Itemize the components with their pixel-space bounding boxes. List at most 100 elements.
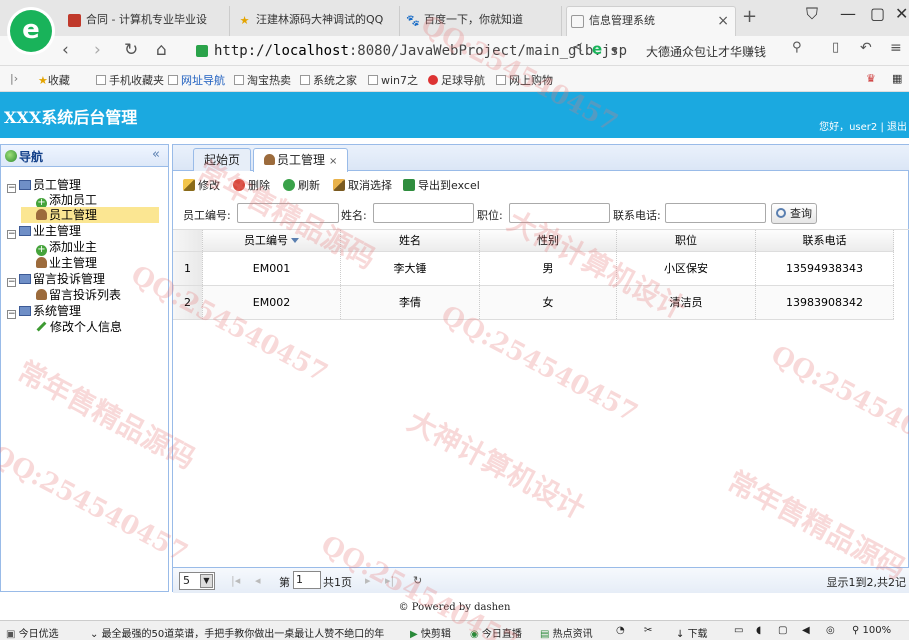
window-icon[interactable]: ▭ xyxy=(734,625,743,636)
refresh-button[interactable]: 刷新 xyxy=(283,177,320,193)
url-input[interactable]: http://localhost:8080/JavaWebProject/mai… xyxy=(192,39,627,63)
favorites-item[interactable]: 足球导航 xyxy=(428,72,485,88)
sidebar-toggle-icon[interactable]: |› xyxy=(10,72,18,85)
minimize-icon[interactable]: — xyxy=(840,4,856,23)
minus-icon[interactable]: − xyxy=(7,184,16,193)
notice-icon[interactable]: ◎ xyxy=(826,625,835,636)
zoom-level[interactable]: ⚲ 100% xyxy=(852,625,891,636)
pager-info: 显示1到2,共2记 xyxy=(826,576,907,589)
edit-button[interactable]: 修改 xyxy=(183,177,220,193)
browser-tab[interactable]: 🐾 百度一下，你就知道 xyxy=(402,6,562,36)
name-input[interactable] xyxy=(373,203,474,223)
first-page-icon[interactable]: |◂ xyxy=(231,574,240,587)
shirt-icon[interactable]: ⛉ xyxy=(806,4,818,24)
minus-icon[interactable]: − xyxy=(7,278,16,287)
status-item[interactable]: ◉ 今日直播 xyxy=(470,625,522,640)
user-info[interactable]: 您好，user2 | 退出 xyxy=(819,118,907,133)
menu-icon[interactable]: ≡ xyxy=(890,40,902,56)
tree-node-owner-mgmt[interactable]: − 业主管理 xyxy=(7,223,81,239)
favorites-item[interactable]: win7之 xyxy=(368,72,418,88)
col-header-label: 性别 xyxy=(537,234,559,247)
grid-icon[interactable]: ▦ xyxy=(892,72,902,85)
undo-icon[interactable]: ↶ xyxy=(860,40,872,56)
phone-input[interactable] xyxy=(665,203,766,223)
table-row[interactable]: 2 EM002 李倩 女 清洁员 13983908342 xyxy=(173,286,894,320)
reload-icon[interactable]: ↻ xyxy=(413,574,422,587)
search-icon xyxy=(776,208,786,218)
tree-node-emp-list[interactable]: 员工管理 xyxy=(21,207,159,223)
tree-node-add-owner[interactable]: + 添加业主 xyxy=(36,239,97,256)
status-item[interactable]: ▶ 快剪辑 xyxy=(410,625,451,640)
speed-icon[interactable]: ◔ xyxy=(616,625,625,636)
last-page-icon[interactable]: ▸| xyxy=(385,574,394,587)
favorites-item[interactable]: 网址导航 xyxy=(168,72,225,88)
delete-button[interactable]: 删除 xyxy=(233,177,270,193)
position-input[interactable] xyxy=(509,203,610,223)
col-header-name[interactable]: 姓名 xyxy=(341,230,480,251)
app-title: XXX系统后台管理 xyxy=(4,108,138,127)
tree-node-complaint-list[interactable]: 留言投诉列表 xyxy=(36,287,121,303)
collapse-icon[interactable]: « xyxy=(152,147,160,162)
engine-icon[interactable]: e xyxy=(592,40,602,58)
new-tab-icon[interactable]: + xyxy=(742,6,757,27)
chevron-down-icon[interactable]: ▾ xyxy=(612,44,618,57)
export-button[interactable]: 导出到excel xyxy=(403,177,480,193)
search-suggestion[interactable]: 大德通众包让才华赚钱 xyxy=(646,43,766,60)
query-button[interactable]: 查询 xyxy=(771,203,817,224)
status-item[interactable]: ▤ 热点资讯 xyxy=(540,625,593,640)
name-label: 姓名: xyxy=(341,209,367,222)
table-row[interactable]: 1 EM001 李大锤 男 小区保安 13594938343 xyxy=(173,252,894,286)
col-header-gender[interactable]: 性别 xyxy=(480,230,617,251)
status-item[interactable]: ↓ 下载 xyxy=(676,625,708,640)
row-number: 2 xyxy=(173,286,203,319)
browser-logo-icon: e xyxy=(10,10,52,52)
mute-icon[interactable]: ◀ xyxy=(802,625,810,636)
home-icon[interactable]: ⌂ xyxy=(156,40,167,60)
minus-icon[interactable]: − xyxy=(7,310,16,319)
browser-tab-bar: 合同 - 计算机专业毕业设 ★ 汪建林源码大神调试的QQ 🐾 百度一下，你就知道 信… xyxy=(0,0,909,36)
tree-node-add-emp[interactable]: + 添加员工 xyxy=(36,192,97,209)
cut-icon[interactable]: ✂ xyxy=(644,625,652,636)
search-icon[interactable]: ⚲ xyxy=(792,40,802,55)
phone-icon[interactable]: ▯ xyxy=(832,40,839,55)
cell-position: 小区保安 xyxy=(617,252,756,285)
tree-node-emp-mgmt[interactable]: − 员工管理 xyxy=(7,177,81,193)
forward-icon[interactable]: › xyxy=(94,40,101,60)
close-window-icon[interactable]: ✕ xyxy=(895,4,908,23)
close-tab-icon[interactable]: × xyxy=(329,156,337,167)
tree-node-sys-mgmt[interactable]: − 系统管理 xyxy=(7,303,81,319)
col-header-position[interactable]: 职位 xyxy=(617,230,756,251)
emp-no-input[interactable] xyxy=(237,203,339,223)
favorites-item[interactable]: 淘宝热卖 xyxy=(234,72,291,88)
prev-page-icon[interactable]: ◂ xyxy=(255,574,261,587)
share-icon[interactable]: ≺ xyxy=(572,40,583,55)
col-header-phone[interactable]: 联系电话 xyxy=(756,230,894,251)
maximize-icon[interactable]: ▢ xyxy=(870,4,885,23)
back-icon[interactable]: ‹ xyxy=(62,40,69,60)
close-tab-icon[interactable]: × xyxy=(717,7,729,35)
tab-home[interactable]: 起始页 xyxy=(193,148,252,171)
tree-node-edit-profile[interactable]: 修改个人信息 xyxy=(36,319,122,335)
reload-icon[interactable]: ↻ xyxy=(124,40,138,60)
today-pick[interactable]: ▣ 今日优选 xyxy=(6,625,59,640)
favorites-item[interactable]: 系统之家 xyxy=(300,72,357,88)
browser-tab[interactable]: ★ 汪建林源码大神调试的QQ xyxy=(234,6,400,36)
browser-tab-active[interactable]: 信息管理系统 × xyxy=(566,6,736,36)
favorites-item[interactable]: 网上购物 xyxy=(496,72,553,88)
col-header-emp-no[interactable]: 员工编号 xyxy=(203,230,341,251)
sound-icon[interactable]: ◖ xyxy=(756,625,761,636)
screen-icon[interactable]: ▢ xyxy=(778,625,787,636)
news-ticker[interactable]: ⌄ 最全最强的50道菜谱，手把手教你做出一桌最让人赞不绝口的年 xyxy=(90,625,405,640)
medal-icon[interactable]: ♛ xyxy=(866,72,876,85)
favorites-item[interactable]: ★收藏 xyxy=(38,72,70,88)
tree-node-complaint-mgmt[interactable]: − 留言投诉管理 xyxy=(7,271,105,287)
page-size-select[interactable]: 5 ▼ xyxy=(179,572,215,590)
page-number-input[interactable]: 1 xyxy=(293,571,321,589)
next-page-icon[interactable]: ▸ xyxy=(365,574,371,587)
tab-emp-mgmt[interactable]: 员工管理 × xyxy=(253,148,349,172)
minus-icon[interactable]: − xyxy=(7,230,16,239)
browser-tab[interactable]: 合同 - 计算机专业毕业设 xyxy=(64,6,230,36)
favorites-item[interactable]: 手机收藏夹 xyxy=(96,72,164,88)
tree-node-owner-list[interactable]: 业主管理 xyxy=(36,255,97,271)
cancel-select-button[interactable]: 取消选择 xyxy=(333,177,392,193)
